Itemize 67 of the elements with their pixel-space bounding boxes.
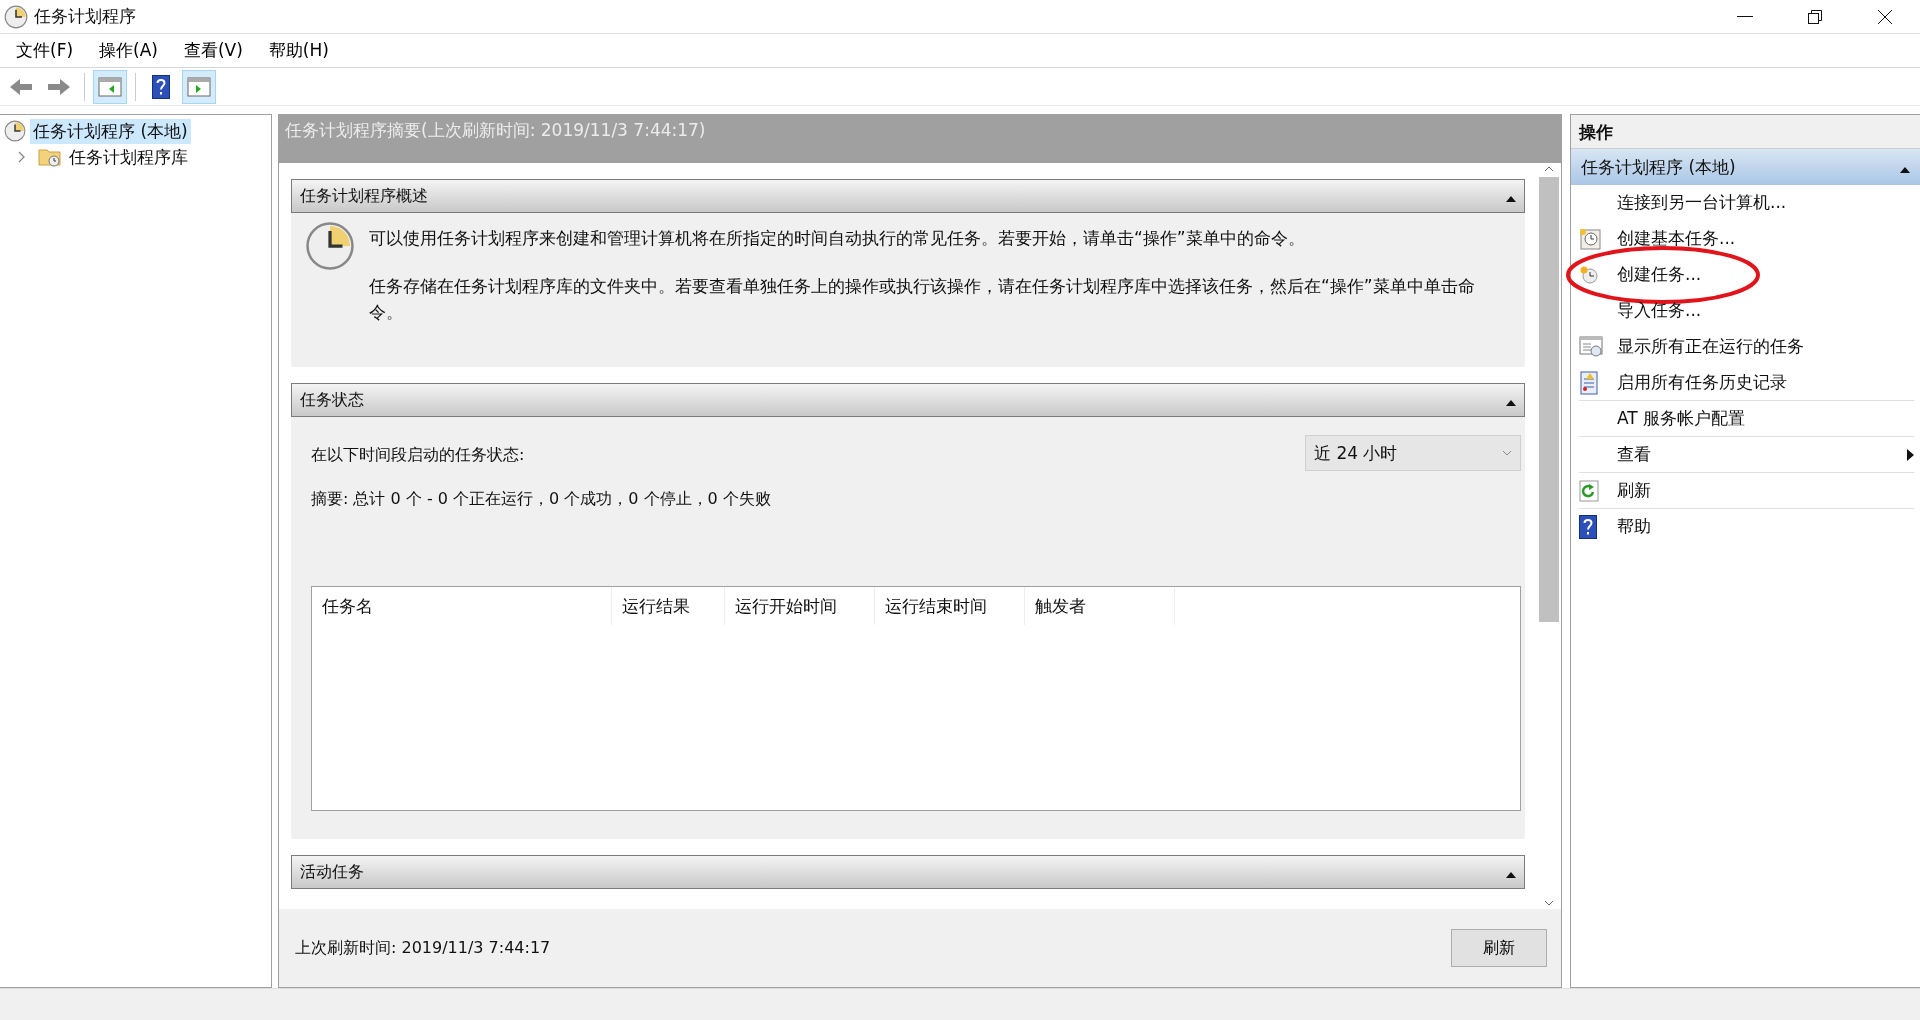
close-icon bbox=[1877, 8, 1893, 25]
minimize-icon bbox=[1737, 15, 1753, 18]
tree-item[interactable]: 任务计划程序库 bbox=[66, 144, 191, 170]
log-icon bbox=[1579, 370, 1599, 395]
column-header[interactable]: 运行结果 bbox=[612, 587, 725, 625]
clock-icon bbox=[4, 120, 26, 142]
action-link[interactable]: 导入任务... bbox=[1617, 299, 1914, 322]
action-group-header[interactable]: 任务计划程序 (本地) bbox=[1571, 149, 1920, 185]
collapse-icon[interactable] bbox=[1506, 871, 1516, 878]
action-link[interactable]: AT 服务帐户配置 bbox=[1617, 407, 1914, 430]
back-arrow-icon bbox=[9, 76, 33, 97]
section-title: 任务计划程序概述 bbox=[300, 185, 428, 207]
menu-item[interactable]: 查看(V) bbox=[173, 35, 253, 66]
section-header[interactable]: 任务计划程序概述 bbox=[291, 179, 1525, 213]
folder-icon bbox=[38, 146, 62, 168]
collapse-icon[interactable] bbox=[1506, 399, 1516, 406]
collapse-icon[interactable] bbox=[1506, 195, 1516, 202]
section-title: 活动任务 bbox=[300, 861, 364, 883]
refresh-button[interactable]: 刷新 bbox=[1451, 929, 1547, 967]
action-link[interactable]: 创建任务... bbox=[1617, 263, 1914, 286]
column-header[interactable]: 触发者 bbox=[1025, 587, 1175, 625]
action-link[interactable]: 创建基本任务... bbox=[1617, 227, 1914, 250]
action-link[interactable]: 启用所有任务历史记录 bbox=[1617, 371, 1914, 394]
last-refresh-text: 上次刷新时间: 2019/11/3 7:44:17 bbox=[295, 937, 551, 959]
task-list-icon bbox=[1579, 335, 1603, 358]
window-title: 任务计划程序 bbox=[34, 5, 137, 28]
status-summary: 摘要: 总计 0 个 - 0 个正在运行，0 个成功，0 个停止，0 个失败 bbox=[311, 489, 772, 510]
clock-icon bbox=[1579, 227, 1601, 250]
menu-item[interactable]: 文件(F) bbox=[6, 35, 84, 66]
actions-pane-title: 操作 bbox=[1571, 115, 1920, 149]
tree-item[interactable]: 任务计划程序 (本地) bbox=[30, 118, 191, 144]
submenu-arrow-icon bbox=[1907, 448, 1914, 461]
help-icon bbox=[1579, 514, 1597, 539]
refresh-icon bbox=[1579, 479, 1599, 502]
column-header[interactable]: 运行开始时间 bbox=[725, 587, 875, 625]
menu-item[interactable]: 帮助(H) bbox=[258, 35, 339, 66]
clock-icon bbox=[1579, 264, 1599, 285]
overview-text: 可以使用任务计划程序来创建和管理计算机将在所指定的时间自动执行的常见任务。若要开始，请单击“操作”菜单中的命令。 bbox=[369, 227, 1306, 250]
section-header[interactable]: 任务状态 bbox=[291, 383, 1525, 417]
menu-item[interactable]: 操作(A) bbox=[89, 35, 168, 66]
section-header[interactable]: 活动任务 bbox=[291, 855, 1525, 889]
restore-icon bbox=[1807, 8, 1823, 25]
period-label: 在以下时间段启动的任务状态: bbox=[311, 445, 525, 466]
scrollbar[interactable] bbox=[1537, 163, 1561, 909]
section-title: 任务状态 bbox=[300, 389, 364, 411]
forward-arrow-icon bbox=[47, 76, 71, 97]
action-link[interactable]: 帮助 bbox=[1617, 515, 1914, 538]
scroll-up-icon[interactable] bbox=[1544, 165, 1554, 173]
summary-header: 任务计划程序摘要(上次刷新时间: 2019/11/3 7:44:17) bbox=[279, 115, 1561, 163]
collapse-icon[interactable] bbox=[1900, 167, 1910, 173]
column-header[interactable]: 任务名 bbox=[312, 587, 612, 625]
column-header[interactable]: 运行结束时间 bbox=[875, 587, 1025, 625]
action-link[interactable]: 显示所有正在运行的任务 bbox=[1617, 335, 1914, 358]
chevron-right-icon[interactable] bbox=[16, 151, 26, 163]
action-group-title: 任务计划程序 (本地) bbox=[1581, 155, 1736, 179]
clock-icon bbox=[305, 221, 355, 271]
app-clock-icon bbox=[4, 4, 28, 29]
action-link[interactable]: 刷新 bbox=[1617, 479, 1914, 502]
dropdown-caret-icon bbox=[1502, 450, 1512, 456]
action-pane-icon bbox=[187, 76, 211, 97]
scroll-down-icon[interactable] bbox=[1544, 899, 1554, 907]
period-dropdown[interactable]: 近 24 小时 bbox=[1305, 435, 1521, 471]
help-icon bbox=[152, 74, 170, 99]
action-link[interactable]: 查看 bbox=[1617, 443, 1907, 466]
pane-toggle-icon bbox=[98, 76, 122, 97]
overview-text: 任务存储在任务计划程序库的文件夹中。若要查看单独任务上的操作或执行该操作，请在任务计划程序库中选择该任务，然后在“操作”菜单中单击命令。 bbox=[369, 275, 1476, 324]
action-link[interactable]: 连接到另一台计算机... bbox=[1617, 191, 1914, 214]
